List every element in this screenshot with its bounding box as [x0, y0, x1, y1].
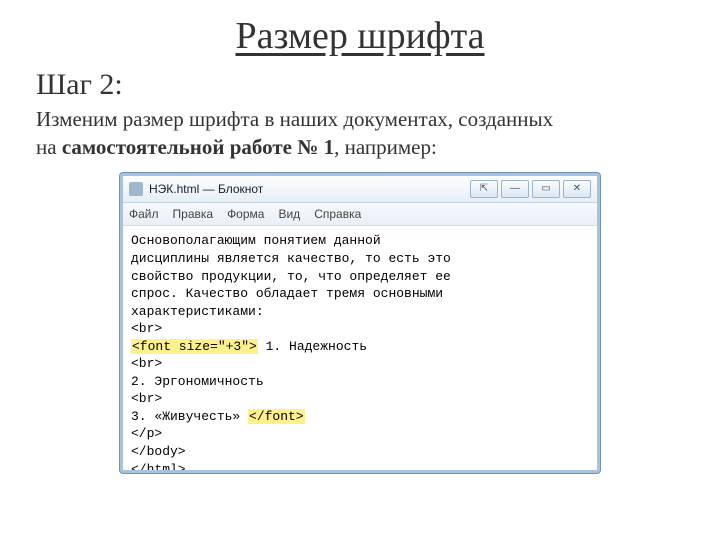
code-line: <br>: [131, 390, 589, 408]
code-text: 3. «Живучесть»: [131, 409, 248, 424]
code-line: </html>: [131, 461, 589, 471]
code-line: </p>: [131, 425, 589, 443]
code-line: характеристиками:: [131, 303, 589, 321]
editor-area[interactable]: Основополагающим понятием данной дисципл…: [123, 226, 597, 470]
zoom-icon: ⇱: [480, 185, 488, 193]
close-button[interactable]: ✕: [563, 180, 591, 198]
code-line: дисциплины является качество, то есть эт…: [131, 250, 589, 268]
page-title: Размер шрифта: [36, 14, 684, 58]
code-line: свойство продукции, то, что определяет е…: [131, 268, 589, 286]
window-caption: НЭК.html — Блокнот: [149, 182, 263, 196]
menu-help[interactable]: Справка: [314, 207, 361, 221]
code-line: <br>: [131, 320, 589, 338]
maximize-icon: ▭: [541, 185, 550, 193]
code-line: 3. «Живучесть» </font>: [131, 408, 589, 426]
notepad-icon: [129, 182, 143, 196]
maximize-button[interactable]: ▭: [532, 180, 560, 198]
code-line: </body>: [131, 443, 589, 461]
window-titlebar: НЭК.html — Блокнот ⇱ — ▭ ✕: [123, 176, 597, 203]
intro-text-2: , например:: [334, 135, 437, 159]
menu-bar: Файл Правка Форма Вид Справка: [123, 203, 597, 226]
minimize-icon: —: [510, 185, 520, 193]
menu-view[interactable]: Вид: [278, 207, 300, 221]
highlight-font-close: </font>: [248, 409, 305, 424]
highlight-font-open: <font size="+3">: [131, 339, 258, 354]
zoom-button[interactable]: ⇱: [470, 180, 498, 198]
code-line: спрос. Качество обладает тремя основными: [131, 285, 589, 303]
screenshot-embed: НЭК.html — Блокнот ⇱ — ▭ ✕ Файл Правка Ф…: [120, 173, 600, 473]
menu-edit[interactable]: Правка: [173, 207, 214, 221]
menu-file[interactable]: Файл: [129, 207, 159, 221]
intro-bold: самостоятельной работе № 1: [62, 135, 334, 159]
code-line: 2. Эргономичность: [131, 373, 589, 391]
intro-paragraph: Изменим размер шрифта в наших документах…: [36, 106, 556, 161]
notepad-window: НЭК.html — Блокнот ⇱ — ▭ ✕ Файл Правка Ф…: [120, 173, 600, 473]
step-heading: Шаг 2:: [36, 68, 684, 102]
minimize-button[interactable]: —: [501, 180, 529, 198]
menu-format[interactable]: Форма: [227, 207, 264, 221]
code-line: Основополагающим понятием данной: [131, 232, 589, 250]
code-line: <font size="+3"> 1. Надежность: [131, 338, 589, 356]
code-line: <br>: [131, 355, 589, 373]
close-icon: ✕: [573, 185, 581, 193]
code-text: 1. Надежность: [258, 339, 367, 354]
